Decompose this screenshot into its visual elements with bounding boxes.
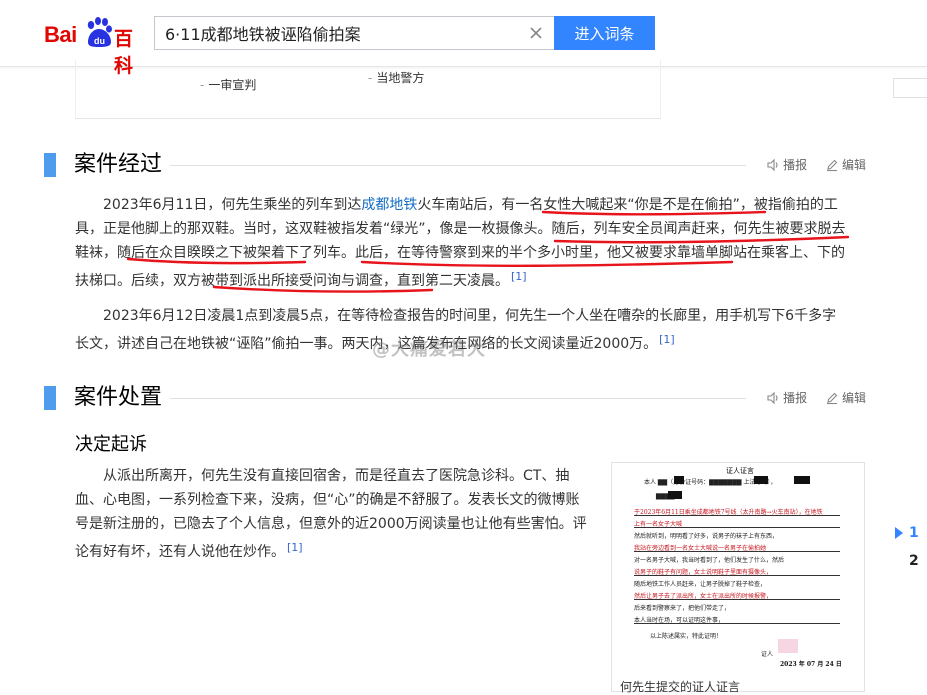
- doc-line: 随后地铁工作人员赶来，让男子脱掉了鞋子检查，: [634, 581, 767, 588]
- redaction-mark: [674, 476, 684, 484]
- doc-underline: [634, 623, 840, 624]
- bullet-dash-icon: -: [368, 71, 373, 85]
- section-header-case-handling: 案件处置 播报 编辑: [44, 384, 866, 414]
- doc-line: 以上陈述属实，特此证明！: [650, 633, 723, 640]
- catalog-item-verdict[interactable]: - 一审宣判: [200, 76, 256, 93]
- logo-bai-text: Bai: [44, 22, 77, 47]
- catalog-box: - 一审宣判 - 当地警方: [75, 60, 661, 119]
- image-pager: 1 2: [893, 524, 927, 580]
- play-audio-button[interactable]: 播报: [766, 156, 807, 173]
- paw-logo-icon: du: [87, 17, 112, 47]
- right-side-widget[interactable]: [893, 78, 927, 98]
- catalog-item-label: 当地警方: [376, 71, 425, 85]
- section-tools: 播报 编辑: [746, 389, 866, 406]
- speaker-icon: [767, 391, 778, 405]
- top-header: Bai du 百科 进入词条: [0, 0, 927, 77]
- baidu-baike-logo[interactable]: Bai du 百科: [44, 14, 149, 77]
- doc-underline: [634, 551, 840, 552]
- redaction-mark: [668, 491, 682, 499]
- search-input[interactable]: [155, 17, 535, 49]
- doc-underline: [634, 515, 840, 516]
- redaction-mark: [778, 639, 798, 653]
- pager-item-1[interactable]: 1: [893, 524, 927, 552]
- signature-label: 证人: [761, 651, 774, 658]
- section-marker: [44, 153, 56, 177]
- edit-button[interactable]: 编辑: [825, 389, 866, 406]
- triangle-right-icon: [895, 527, 903, 539]
- doc-line: 对一名男子大喊，我当时看到了，他们发生了什么，然后: [634, 557, 785, 564]
- doc-underline: [634, 575, 840, 576]
- doc-underline: [634, 599, 840, 600]
- witness-statement-image: 证人证言 本人 ▇▇（身份证号码：▇▇▇▇▇▇▇ 上法号码）， ▇▇▇▇ 于20…: [626, 463, 852, 681]
- subsection-title: 决定起诉: [75, 434, 147, 455]
- speaker-icon: [767, 158, 778, 172]
- image-caption: 何先生提交的证人证言: [620, 680, 741, 694]
- edit-button[interactable]: 编辑: [825, 156, 866, 173]
- reference-link[interactable]: [1]: [659, 333, 675, 346]
- doc-line: 然后就听到，明明看了好多，说男子的袜子上有东西，: [634, 533, 779, 540]
- pager-item-2[interactable]: 2: [893, 552, 927, 580]
- logo-du-text: du: [94, 36, 105, 46]
- reference-link[interactable]: [1]: [511, 270, 527, 283]
- paragraph-case-process-1: 2023年6月11日，何先生乘坐的列车到达成都地铁火车南站后，有一名女性大喊起来…: [75, 193, 855, 293]
- play-label: 播报: [783, 391, 808, 405]
- doc-underline: [634, 527, 840, 528]
- search-box: [154, 16, 554, 50]
- catalog-item-police[interactable]: - 当地警方: [368, 69, 424, 86]
- pager-number: 2: [909, 553, 919, 569]
- section-tools: 播报 编辑: [746, 156, 866, 173]
- section-header-case-process: 案件经过 播报 编辑: [44, 151, 866, 181]
- link-chengdu-metro[interactable]: 成都地铁: [361, 197, 417, 213]
- section-rule: [74, 165, 786, 166]
- play-label: 播报: [783, 158, 808, 172]
- doc-date: 2023 年 07 月 24 日: [780, 661, 842, 668]
- bullet-dash-icon: -: [200, 78, 205, 92]
- section-marker: [44, 386, 56, 410]
- catalog-item-label: 一审宣判: [208, 78, 257, 92]
- paragraph-decide-prosecute: 从派出所离开，何先生没有直接回宿舍，而是径直去了医院急诊科。CT、抽血、心电图，…: [75, 464, 587, 564]
- pager-number: 1: [909, 525, 919, 541]
- paragraph-text: 2023年6月11日，何先生乘坐的列车到达: [103, 197, 362, 213]
- edit-label: 编辑: [841, 391, 866, 405]
- edit-label: 编辑: [841, 158, 866, 172]
- paragraph-text: 从派出所离开，何先生没有直接回宿舍，而是径直去了医院急诊科。CT、抽血、心电图，…: [75, 468, 587, 560]
- edit-icon: [826, 392, 838, 405]
- play-audio-button[interactable]: 播报: [766, 389, 807, 406]
- witness-statement-image-card[interactable]: 证人证言 本人 ▇▇（身份证号码：▇▇▇▇▇▇▇ 上法号码）， ▇▇▇▇ 于20…: [611, 462, 865, 694]
- doc-line: 后来看到警察来了，把他们带走了，: [634, 605, 731, 612]
- section-title: 案件处置: [74, 384, 171, 412]
- reference-link[interactable]: [1]: [287, 541, 303, 554]
- doc-title: 证人证言: [726, 467, 754, 475]
- section-rule: [74, 398, 786, 399]
- edit-icon: [826, 159, 838, 172]
- weibo-watermark: @大痛爱若大: [372, 339, 486, 360]
- enter-entry-button[interactable]: 进入词条: [554, 16, 655, 50]
- redaction-mark: [754, 476, 768, 484]
- close-icon[interactable]: [528, 25, 544, 41]
- section-title: 案件经过: [74, 151, 171, 179]
- redaction-mark: [794, 476, 810, 484]
